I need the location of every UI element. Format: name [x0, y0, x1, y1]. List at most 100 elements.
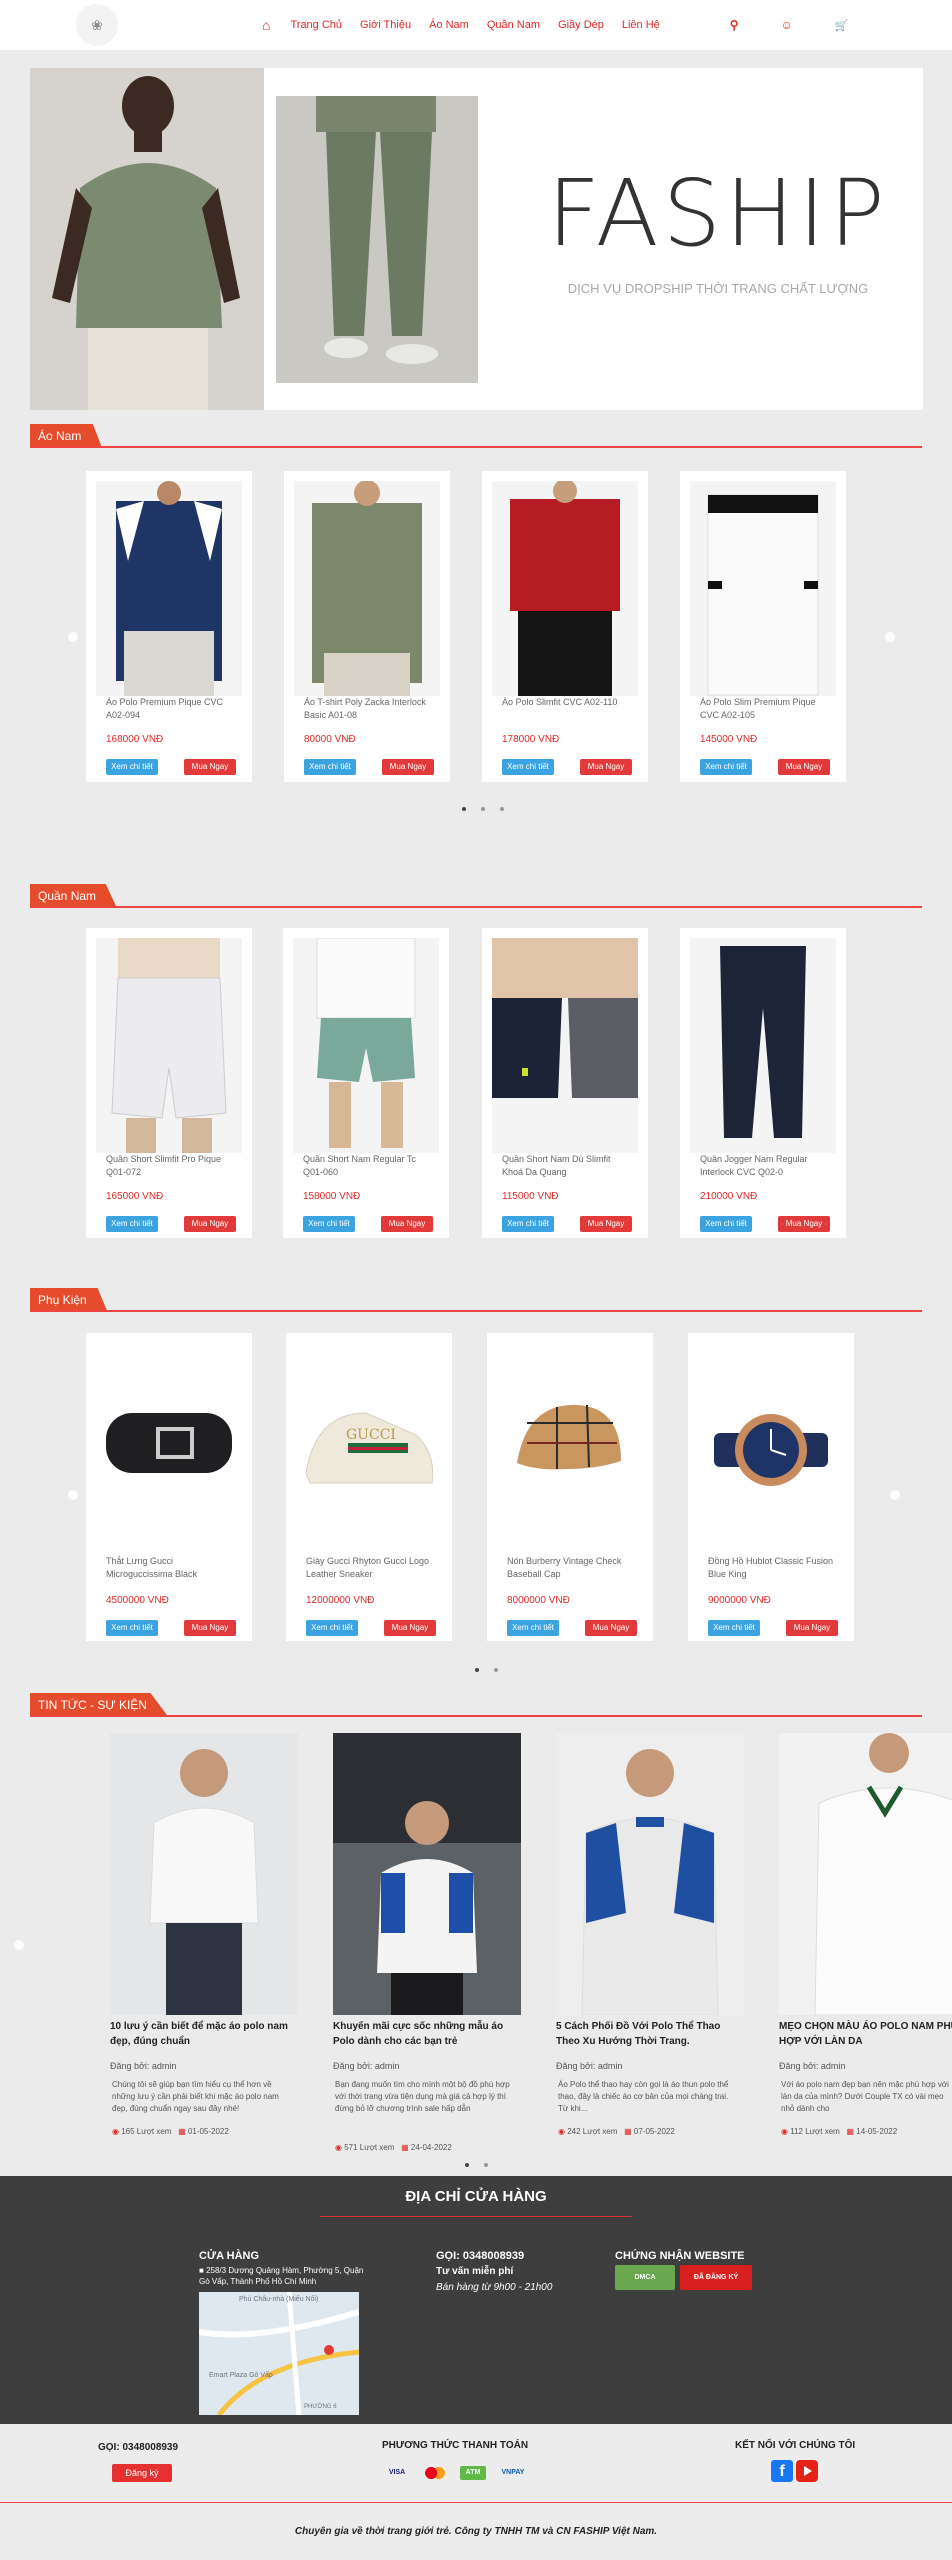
product-name[interactable]: Quần Jogger Nam Regular Interlock CVC Q0… [700, 1153, 830, 1179]
buy-now-button[interactable]: Mua Ngay [580, 1216, 632, 1232]
store-map[interactable]: Phú Châu-nhà (Miếu Nổi) Emart Plaza Gò V… [199, 2292, 359, 2415]
buy-now-button[interactable]: Mua Ngay [184, 1620, 236, 1636]
news-card[interactable]: MẸO CHỌN MÀU ÁO POLO NAM PHÙ HỢP VỚI LÀN… [779, 1733, 952, 2143]
footer-phone[interactable]: GỌI: 0348008939 [98, 2442, 178, 2453]
view-detail-button[interactable]: Xem chi tiết [106, 1216, 158, 1232]
product-card[interactable]: Nón Burberry Vintage Check Baseball Cap … [487, 1333, 653, 1641]
news-card[interactable]: 10 lưu ý cần biết để mặc áo polo nam đẹp… [110, 1733, 298, 2143]
opening-hours: Bán hàng từ 9h00 - 21h00 [436, 2282, 553, 2293]
buy-now-button[interactable]: Mua Ngay [786, 1620, 838, 1636]
product-price: 165000 VNĐ [106, 1191, 164, 1202]
product-card[interactable]: Quần Jogger Nam Regular Interlock CVC Q0… [680, 928, 846, 1238]
view-detail-button[interactable]: Xem chi tiết [700, 1216, 752, 1232]
view-detail-button[interactable]: Xem chi tiết [708, 1620, 760, 1636]
product-image [698, 1343, 844, 1558]
product-name[interactable]: Giày Gucci Rhyton Gucci Logo Leather Sne… [306, 1555, 436, 1581]
product-image [492, 938, 638, 1153]
buy-now-button[interactable]: Mua Ngay [585, 1620, 637, 1636]
product-name[interactable]: Áo Polo Slimfit CVC A02-110 [502, 696, 632, 709]
product-image [96, 1343, 242, 1558]
product-card[interactable]: Quần Short Nam Regular Tc Q01-060 158000… [283, 928, 449, 1238]
product-card[interactable]: Quần Short Nam Dù Slimfit Khoá Da Quang … [482, 928, 648, 1238]
register-button[interactable]: Đăng ký [112, 2464, 172, 2482]
buy-now-button[interactable]: Mua Ngay [384, 1620, 436, 1636]
product-card[interactable]: Thắt Lưng Gucci Microguccissima Black 45… [86, 1333, 252, 1641]
nav-quan-nam[interactable]: Quần Nam [487, 19, 540, 31]
news-card[interactable]: 5 Cách Phối Đồ Với Polo Thể Thao Theo Xu… [556, 1733, 744, 2143]
nav-giay-dep[interactable]: Giầy Dép [558, 19, 604, 31]
carousel-prev-icon[interactable] [14, 1940, 24, 1950]
carousel-dot[interactable] [481, 807, 485, 811]
carousel-dot[interactable] [500, 807, 504, 811]
product-card[interactable]: Quần Short Slimfit Pro Pique Q01-072 165… [86, 928, 252, 1238]
hero-banner[interactable]: FASHIP DỊCH VỤ DROPSHIP THỜI TRANG CHẤT … [30, 68, 923, 410]
carousel-dot[interactable] [494, 1668, 498, 1672]
buy-now-button[interactable]: Mua Ngay [382, 759, 434, 775]
registered-badge[interactable]: ĐÃ ĐĂNG KÝ [680, 2265, 752, 2290]
payment-methods: VISA MC ATM VNPAY [384, 2466, 528, 2480]
user-icon[interactable]: ☺ [781, 18, 793, 32]
product-card[interactable]: Áo T-shirt Poly Zacka Interlock Basic A0… [284, 471, 450, 782]
news-title[interactable]: 10 lưu ý cần biết để mặc áo polo nam đẹp… [110, 2019, 298, 2049]
carousel-next-icon[interactable] [885, 632, 895, 642]
search-icon[interactable]: ⚲ [730, 18, 739, 32]
view-detail-button[interactable]: Xem chi tiết [306, 1620, 358, 1636]
buy-now-button[interactable]: Mua Ngay [778, 1216, 830, 1232]
dmca-badge[interactable]: DMCA [615, 2265, 675, 2290]
carousel-dot[interactable] [475, 1668, 479, 1672]
free-advice: Tư vấn miễn phí [436, 2266, 514, 2277]
view-detail-button[interactable]: Xem chi tiết [304, 759, 356, 775]
carousel-prev-icon[interactable] [68, 632, 78, 642]
cart-icon[interactable]: 🛒 [835, 19, 849, 32]
calendar-icon: ▦ [846, 2127, 855, 2136]
carousel-dot[interactable] [484, 2163, 488, 2167]
view-detail-button[interactable]: Xem chi tiết [507, 1620, 559, 1636]
nav-gioi-thieu[interactable]: Giới Thiệu [360, 19, 411, 31]
view-detail-button[interactable]: Xem chi tiết [502, 1216, 554, 1232]
logo-icon[interactable]: ❀ [76, 4, 118, 46]
news-author: Đăng bởi: admin [110, 2061, 177, 2071]
store-phone[interactable]: GỌI: 0348008939 [436, 2250, 524, 2262]
product-card[interactable]: Áo Polo Slim Premium Pique CVC A02-105 1… [680, 471, 846, 782]
nav-lien-he[interactable]: Liên Hệ [622, 19, 660, 31]
nav-trang-chu[interactable]: Trang Chủ [290, 19, 342, 31]
buy-now-button[interactable]: Mua Ngay [184, 1216, 236, 1232]
product-price: 8000000 VNĐ [507, 1595, 570, 1606]
product-name[interactable]: Quần Short Nam Dù Slimfit Khoá Da Quang [502, 1153, 632, 1179]
carousel-next-icon[interactable] [890, 1490, 900, 1500]
view-detail-button[interactable]: Xem chi tiết [700, 759, 752, 775]
news-title[interactable]: 5 Cách Phối Đồ Với Polo Thể Thao Theo Xu… [556, 2019, 744, 2049]
facebook-icon[interactable]: f [771, 2460, 793, 2482]
product-card[interactable]: Áo Polo Slimfit CVC A02-110 178000 VNĐ X… [482, 471, 648, 782]
nav-ao-nam[interactable]: Áo Nam [429, 19, 469, 31]
buy-now-button[interactable]: Mua Ngay [580, 759, 632, 775]
product-name[interactable]: Quần Short Slimfit Pro Pique Q01-072 [106, 1153, 236, 1179]
carousel-dot[interactable] [462, 807, 466, 811]
eye-icon: ◉ [781, 2127, 788, 2136]
home-icon[interactable]: ⌂ [262, 17, 270, 33]
product-name[interactable]: Quần Short Nam Regular Tc Q01-060 [303, 1153, 433, 1179]
product-card[interactable]: GUCCI Giày Gucci Rhyton Gucci Logo Leath… [286, 1333, 452, 1641]
buy-now-button[interactable]: Mua Ngay [778, 759, 830, 775]
view-detail-button[interactable]: Xem chi tiết [106, 759, 158, 775]
news-title[interactable]: MẸO CHỌN MÀU ÁO POLO NAM PHÙ HỢP VỚI LÀN… [779, 2019, 952, 2049]
product-name[interactable]: Áo Polo Slim Premium Pique CVC A02-105 [700, 696, 830, 722]
store-info-section: ĐỊA CHỈ CỬA HÀNG CỬA HÀNG ■ 258/3 Dương … [0, 2176, 952, 2424]
news-title[interactable]: Khuyến mãi cực sốc những mẫu áo Polo dàn… [333, 2019, 521, 2049]
buy-now-button[interactable]: Mua Ngay [381, 1216, 433, 1232]
product-name[interactable]: Áo Polo Premium Pique CVC A02-094 [106, 696, 236, 722]
news-card[interactable]: Khuyến mãi cực sốc những mẫu áo Polo dàn… [333, 1733, 521, 2152]
youtube-icon[interactable] [796, 2460, 818, 2482]
product-name[interactable]: Thắt Lưng Gucci Microguccissima Black [106, 1555, 236, 1581]
product-card[interactable]: Đồng Hồ Hublot Classic Fusion Blue King … [688, 1333, 854, 1641]
product-name[interactable]: Nón Burberry Vintage Check Baseball Cap [507, 1555, 637, 1581]
buy-now-button[interactable]: Mua Ngay [184, 759, 236, 775]
carousel-dot[interactable] [465, 2163, 469, 2167]
product-card[interactable]: Áo Polo Premium Pique CVC A02-094 168000… [86, 471, 252, 782]
carousel-prev-icon[interactable] [68, 1490, 78, 1500]
view-detail-button[interactable]: Xem chi tiết [303, 1216, 355, 1232]
product-name[interactable]: Đồng Hồ Hublot Classic Fusion Blue King [708, 1555, 838, 1581]
product-name[interactable]: Áo T-shirt Poly Zacka Interlock Basic A0… [304, 696, 434, 722]
view-detail-button[interactable]: Xem chi tiết [502, 759, 554, 775]
view-detail-button[interactable]: Xem chi tiết [106, 1620, 158, 1636]
